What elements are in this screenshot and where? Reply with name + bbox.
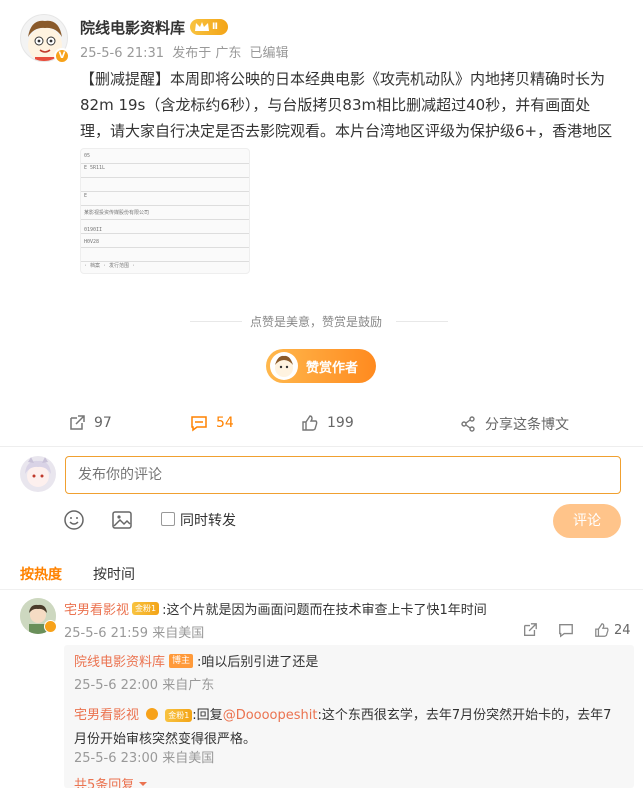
like-count: 199 — [327, 415, 354, 431]
commenter-verified-icon — [44, 620, 57, 633]
repost-checkbox-label[interactable]: 同时转发 — [180, 510, 236, 530]
reply-2-body: 宅男看影视 金粉1:回复@Doooopeshit:这个东西很玄学，去年7月份突然… — [74, 703, 624, 751]
reply-2-fan-badge[interactable]: 金粉1 — [165, 709, 193, 722]
repost-checkbox[interactable] — [161, 512, 175, 526]
comment-icon — [191, 416, 207, 432]
like-button[interactable]: 199 — [301, 414, 354, 432]
commenter-name[interactable]: 宅男看影视 — [64, 599, 129, 618]
reply-1-author[interactable]: 院线电影资料库 — [74, 651, 165, 670]
reward-author-label: 赞赏作者 — [306, 361, 359, 376]
comment-button[interactable]: 54 — [190, 414, 234, 432]
verified-badge: V — [54, 48, 70, 64]
emoji-button[interactable] — [63, 509, 85, 531]
doc-line-1: 05 — [84, 153, 91, 159]
comment-reply-icon[interactable] — [558, 622, 574, 638]
share-icon — [461, 416, 475, 432]
image-button[interactable] — [111, 509, 133, 531]
thumbs-up-icon — [302, 415, 318, 431]
repost-button[interactable]: 97 — [68, 414, 112, 432]
comment-meta: 25-5-6 21:59 来自美国 — [64, 626, 205, 641]
comment-header: 宅男看影视 金粉1 :这个片就是因为画面问题而在技术审查上卡了快1年时间 — [64, 599, 487, 618]
member-level-text: Ⅱ — [212, 22, 218, 32]
share-label: 分享这条博文 — [485, 417, 569, 433]
doc-line-7: · 档案 · 发行范围 · — [84, 263, 136, 269]
sort-divider — [0, 589, 643, 590]
like-hint-divider-left — [190, 321, 242, 322]
emoji-icon — [64, 510, 84, 530]
replies-container: 院线电影资料库 博主 :咱以后别引进了还是 25-5-6 22:00 来自广东 … — [64, 645, 634, 788]
comment-like-count: 24 — [614, 622, 631, 638]
submit-comment-button[interactable]: 评论 — [553, 504, 621, 538]
reply-1-header: 院线电影资料库 博主 :咱以后别引进了还是 — [74, 651, 318, 670]
commenter-fan-badge[interactable]: 金粉1 — [132, 602, 160, 615]
author-name[interactable]: 院线电影资料库 — [80, 17, 185, 38]
reply-2-meta: 25-5-6 23:00 来自美国 — [74, 751, 215, 766]
like-hint: 点赞是美意，赞赏是鼓励 — [250, 315, 383, 329]
tab-sort-hot[interactable]: 按热度 — [20, 564, 62, 584]
share-button[interactable]: 分享这条博文 — [459, 414, 569, 434]
section-divider — [0, 446, 643, 447]
image-icon — [112, 511, 132, 529]
anime-avatar-icon — [25, 457, 51, 487]
repost-count: 97 — [94, 415, 112, 431]
post-time[interactable]: 25-5-6 21:31 — [80, 46, 164, 61]
doc-line-4: 某影视投资传媒股份有限公司 — [84, 210, 150, 216]
comment-like-button[interactable]: 24 — [594, 622, 631, 638]
reward-author-button[interactable]: 赞赏作者 — [266, 349, 376, 383]
reply-2-mention[interactable]: @Doooopeshit — [223, 708, 318, 723]
edited-label[interactable]: 已编辑 — [249, 46, 288, 61]
post-image-document[interactable]: 05 E 5R11L E 某影视投资传媒股份有限公司 0190II H0V28 … — [80, 148, 250, 274]
comment-input[interactable] — [65, 456, 621, 494]
doc-line-2: E 5R11L — [84, 165, 106, 171]
member-level-badge[interactable]: Ⅱ — [190, 19, 228, 35]
reply-1-meta: 25-5-6 22:00 来自广东 — [74, 678, 215, 693]
reply-2-author[interactable]: 宅男看影视 — [74, 708, 139, 723]
repost-icon — [70, 415, 85, 430]
comment-text: :这个片就是因为画面问题而在技术审查上卡了快1年时间 — [162, 603, 487, 618]
reply-2-verified-icon — [146, 708, 159, 720]
tab-sort-time[interactable]: 按时间 — [93, 564, 135, 584]
doc-line-5: 0190II — [84, 227, 103, 233]
crown-icon — [195, 22, 209, 31]
doc-line-6: H0V28 — [84, 239, 100, 245]
comment-actions: 24 — [522, 622, 631, 638]
post-source: 发布于 广东 — [172, 46, 242, 61]
reward-avatar-icon — [270, 352, 298, 380]
my-avatar[interactable] — [20, 456, 56, 492]
post-meta: 25-5-6 21:31 发布于 广东 已编辑 — [80, 42, 293, 61]
comment-like-icon — [595, 623, 609, 637]
comment-count: 54 — [216, 415, 234, 431]
more-replies-label: 共5条回复 — [74, 778, 135, 788]
more-replies-link[interactable]: 共5条回复 — [74, 774, 148, 788]
blogger-tag: 博主 — [169, 653, 194, 668]
like-hint-divider-right — [396, 321, 448, 322]
doc-line-3: E — [84, 193, 88, 199]
reply-2-prefix: :回复 — [192, 708, 223, 723]
chevron-down-icon — [139, 781, 148, 786]
comment-repost-icon[interactable] — [522, 622, 538, 638]
reply-1-text: :咱以后别引进了还是 — [197, 655, 319, 670]
